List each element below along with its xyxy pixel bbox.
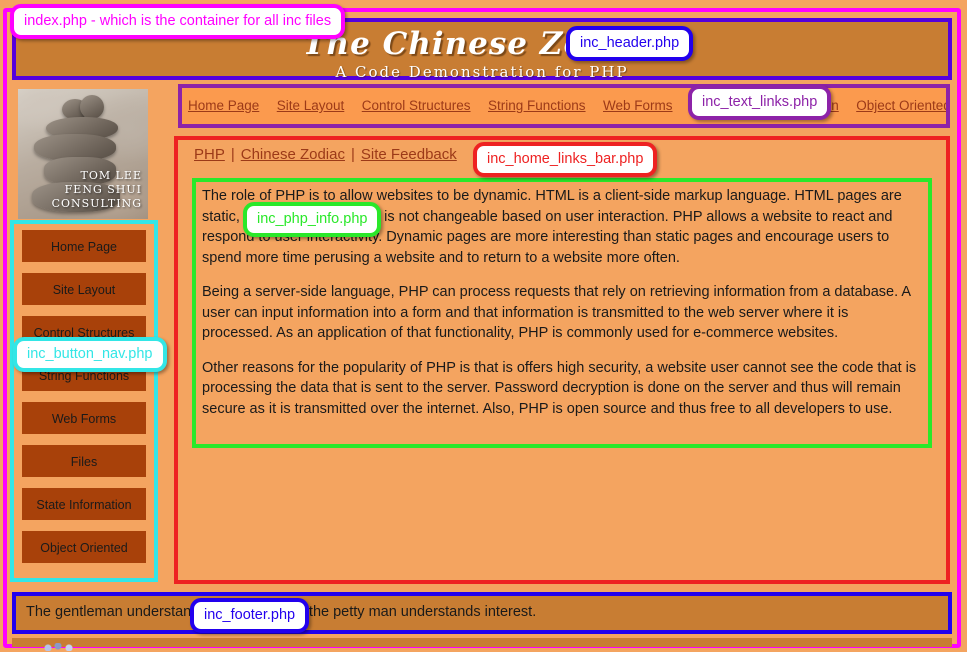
annotation-inc-header-php: inc_header.php bbox=[566, 26, 694, 61]
home-links-separator-1: | bbox=[230, 146, 235, 163]
home-link-chinese-zodiac[interactable]: Chinese Zodiac bbox=[241, 146, 345, 163]
nav-button-site-layout[interactable]: Site Layout bbox=[22, 273, 146, 305]
text-link-site-layout[interactable]: Site Layout bbox=[277, 88, 345, 124]
text-link-home-page[interactable]: Home Page bbox=[188, 88, 259, 124]
text-link-object-oriented[interactable]: Object Oriented bbox=[856, 88, 946, 124]
photo-caption-line-2: FENG SHUI bbox=[64, 183, 142, 196]
annotation-inc-footer-php: inc_footer.php bbox=[190, 598, 310, 633]
stone-shape bbox=[80, 95, 104, 119]
site-footer: The gentleman understands righteousness;… bbox=[12, 592, 952, 634]
annotation-inc-button-nav-php: inc_button_nav.php bbox=[13, 337, 167, 372]
button-nav-panel: Home Page Site Layout Control Structures… bbox=[10, 220, 158, 582]
page-root: The Chinese Zodiac A Code Demonstration … bbox=[0, 0, 967, 652]
nav-button-files[interactable]: Files bbox=[22, 445, 146, 477]
text-link-web-forms[interactable]: Web Forms bbox=[603, 88, 673, 124]
annotation-index-php: index.php - which is the container for a… bbox=[10, 4, 346, 39]
photo-caption: TOM LEE FENG SHUI CONSULTING bbox=[52, 169, 142, 211]
nav-button-home-page[interactable]: Home Page bbox=[22, 230, 146, 262]
text-links-bar: Home Page Site Layout Control Structures… bbox=[178, 84, 950, 128]
annotation-inc-php-info-php: inc_php_info.php bbox=[243, 202, 382, 237]
text-link-string-functions[interactable]: String Functions bbox=[488, 88, 586, 124]
text-link-control-structures[interactable]: Control Structures bbox=[362, 88, 471, 124]
page-subtitle: A Code Demonstration for PHP bbox=[335, 63, 629, 81]
php-info-paragraph-3: Other reasons for the popularity of PHP … bbox=[202, 359, 917, 417]
nav-button-object-oriented[interactable]: Object Oriented bbox=[22, 531, 146, 563]
partial-icon-glyph bbox=[42, 643, 82, 651]
home-links-bar: PHP | Chinese Zodiac | Site Feedback bbox=[192, 146, 459, 163]
nav-button-web-forms[interactable]: Web Forms bbox=[22, 402, 146, 434]
home-link-php[interactable]: PHP bbox=[194, 146, 225, 163]
footer-bottom-strip bbox=[12, 638, 952, 647]
home-links-separator-2: | bbox=[350, 146, 355, 163]
zen-stones-photo: TOM LEE FENG SHUI CONSULTING bbox=[18, 89, 148, 219]
photo-caption-line-3: CONSULTING bbox=[51, 197, 142, 210]
photo-caption-line-1: TOM LEE bbox=[80, 169, 142, 182]
php-info-paragraph-2: Being a server-side language, PHP can pr… bbox=[202, 284, 911, 341]
annotation-inc-text-links-php: inc_text_links.php bbox=[688, 85, 832, 120]
nav-button-state-information[interactable]: State Information bbox=[22, 488, 146, 520]
annotation-inc-home-links-bar-php: inc_home_links_bar.php bbox=[473, 142, 658, 177]
home-link-site-feedback[interactable]: Site Feedback bbox=[361, 146, 457, 163]
